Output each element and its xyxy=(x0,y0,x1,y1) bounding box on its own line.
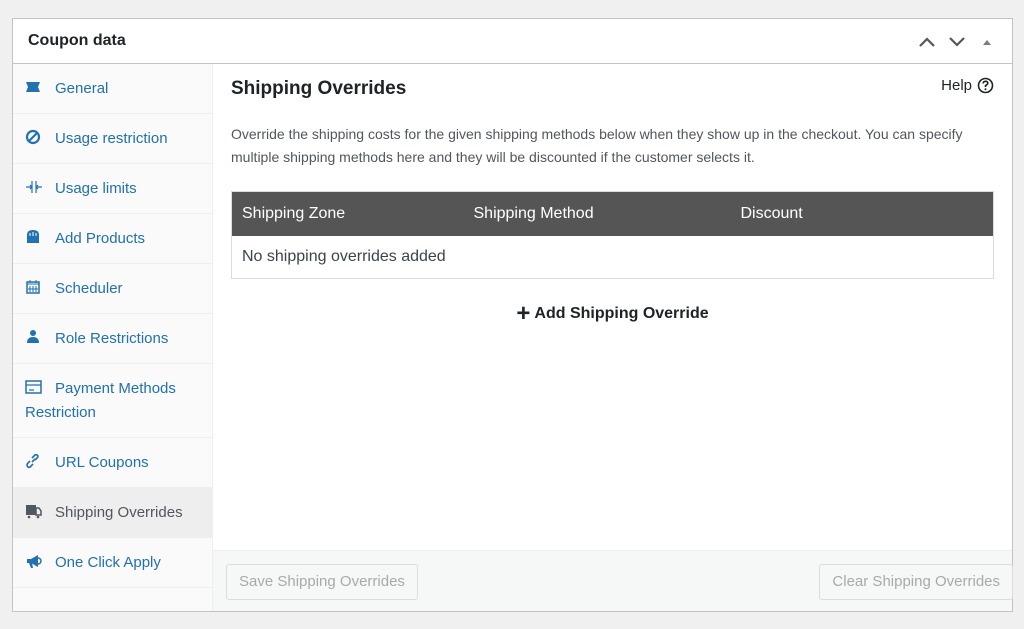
table-header-row: Shipping Zone Shipping Method Discount xyxy=(231,191,994,236)
sidebar-item-label: Role Restrictions xyxy=(55,330,169,347)
sidebar-item-usage-restriction[interactable]: Usage restriction xyxy=(13,114,212,164)
sidebar-item-label: One Click Apply xyxy=(55,554,161,571)
move-down-button[interactable] xyxy=(944,29,970,55)
sidebar-item-label: URL Coupons xyxy=(55,454,149,471)
empty-row: No shipping overrides added xyxy=(232,236,994,279)
add-shipping-override-button[interactable]: + Add Shipping Override xyxy=(213,300,1012,328)
sidebar-item-one-click-apply[interactable]: One Click Apply xyxy=(13,538,212,588)
sidebar-item-role-restrictions[interactable]: Role Restrictions xyxy=(13,314,212,364)
section-description: Override the shipping costs for the give… xyxy=(231,126,963,165)
add-shipping-override-label: Add Shipping Override xyxy=(534,305,709,322)
shipping-overrides-panel: Shipping Overrides Help Override the shi… xyxy=(213,64,1013,611)
card-icon xyxy=(25,380,42,394)
link-icon xyxy=(26,453,39,469)
shipping-overrides-table: Shipping Zone Shipping Method Discount N… xyxy=(231,191,994,279)
sidebar-item-label: Shipping Overrides xyxy=(55,504,183,521)
sidebar-item-label: Usage limits xyxy=(55,180,137,197)
column-header-shipping-zone: Shipping Zone xyxy=(231,191,464,236)
empty-message: No shipping overrides added xyxy=(242,247,446,265)
help-link[interactable]: Help xyxy=(941,77,994,94)
sidebar-item-label: Add Products xyxy=(55,230,146,247)
column-header-discount: Discount xyxy=(730,191,994,236)
panel-footer: Save Shipping Overrides Clear Shipping O… xyxy=(213,550,1013,611)
truck-icon xyxy=(26,505,42,519)
clear-shipping-overrides-button[interactable]: Clear Shipping Overrides xyxy=(819,564,1013,600)
coupon-data-panel: Coupon data General Usage restriction Us… xyxy=(12,18,1013,612)
sidebar-item-label: General xyxy=(55,80,109,97)
move-up-button[interactable] xyxy=(914,29,940,55)
sidebar-item-add-products[interactable]: Add Products xyxy=(13,214,212,264)
sidebar-item-shipping-overrides[interactable]: Shipping Overrides xyxy=(13,488,212,538)
panel-title: Coupon data xyxy=(28,32,126,49)
plus-icon: + xyxy=(516,300,531,327)
sidebar-item-usage-limits[interactable]: Usage limits xyxy=(13,164,212,214)
toggle-panel-button[interactable] xyxy=(974,29,1000,55)
coupon-tabs-sidebar: General Usage restriction Usage limits A… xyxy=(13,64,213,611)
sidebar-item-general[interactable]: General xyxy=(13,64,212,114)
help-label: Help xyxy=(941,77,972,94)
panel-header-actions xyxy=(914,19,1000,64)
section-title: Shipping Overrides xyxy=(231,78,407,99)
column-header-shipping-method: Shipping Method xyxy=(463,191,731,236)
basket-icon xyxy=(27,230,39,243)
sidebar-item-label: Scheduler xyxy=(55,280,123,297)
ticket-icon xyxy=(26,82,40,92)
megaphone-icon xyxy=(27,555,42,568)
triangle-up-icon xyxy=(983,39,991,45)
chevron-up-icon xyxy=(919,36,935,47)
save-shipping-overrides-button[interactable]: Save Shipping Overrides xyxy=(226,564,418,600)
sidebar-item-label: Usage restriction xyxy=(55,130,168,147)
panel-header: Coupon data xyxy=(13,19,1012,64)
calendar-icon xyxy=(26,280,40,294)
chevron-down-icon xyxy=(949,36,965,47)
sidebar-item-label: Payment Methods Restriction xyxy=(25,380,176,421)
help-question-icon xyxy=(977,77,994,94)
sidebar-item-payment-methods-restriction[interactable]: Payment Methods Restriction xyxy=(13,364,212,438)
limits-icon xyxy=(26,181,42,193)
user-icon xyxy=(27,330,39,343)
sidebar-item-url-coupons[interactable]: URL Coupons xyxy=(13,438,212,488)
block-icon xyxy=(25,129,41,145)
sidebar-item-scheduler[interactable]: Scheduler xyxy=(13,264,212,314)
